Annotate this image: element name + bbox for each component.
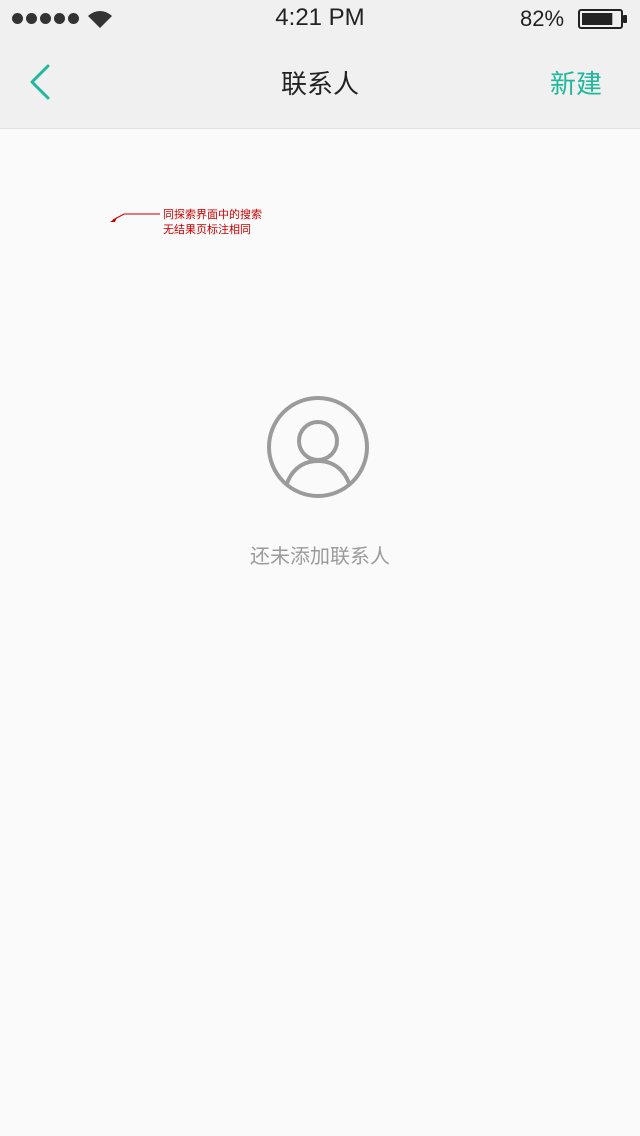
empty-state-message: 还未添加联系人: [250, 544, 390, 568]
new-contact-button[interactable]: 新建: [550, 64, 602, 101]
page-title: 联系人: [280, 70, 359, 100]
user-circle-icon: [267, 396, 369, 498]
battery-fill: [582, 13, 613, 25]
annotation-arrow-icon: [110, 213, 160, 222]
battery-icon: [578, 9, 627, 29]
nav-bar: 联系人 新建: [0, 40, 640, 129]
battery-percent: 82%: [520, 6, 565, 31]
status-bar: 4:21 PM 82%: [0, 0, 640, 40]
annotation-note: 同探索界面中的搜索无结果页标注相同: [163, 208, 262, 236]
